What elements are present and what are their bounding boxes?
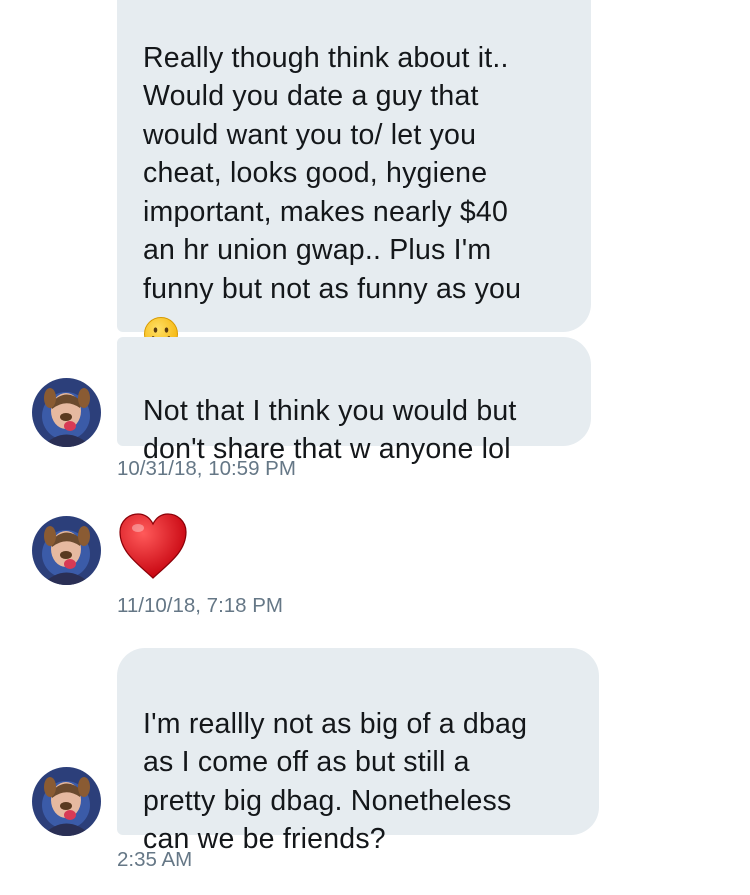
message-text: Really though think about it.. Would you… [143, 41, 522, 305]
message-timestamp: 2:35 AM [117, 848, 193, 871]
user-avatar-icon [32, 378, 101, 447]
message-bubble[interactable]: I'm reallly not as big of a dbag as I co… [117, 648, 599, 855]
heart-emoji-icon[interactable] [118, 512, 188, 580]
avatar[interactable] [32, 767, 101, 836]
user-avatar-icon [32, 767, 101, 836]
avatar[interactable] [32, 378, 101, 447]
user-avatar-icon [32, 516, 101, 585]
message-text: I'm reallly not as big of a dbag as I co… [143, 707, 528, 856]
message-timestamp: 11/10/18, 7:18 PM [117, 594, 284, 617]
message-text: Not that I think you would but don't sha… [143, 394, 517, 466]
message-bubble[interactable]: Not that I think you would but don't sha… [117, 337, 591, 465]
avatar[interactable] [32, 516, 101, 585]
message-timestamp: 10/31/18, 10:59 PM [117, 457, 296, 480]
message-bubble[interactable]: Really though think about it.. Would you… [117, 0, 591, 351]
